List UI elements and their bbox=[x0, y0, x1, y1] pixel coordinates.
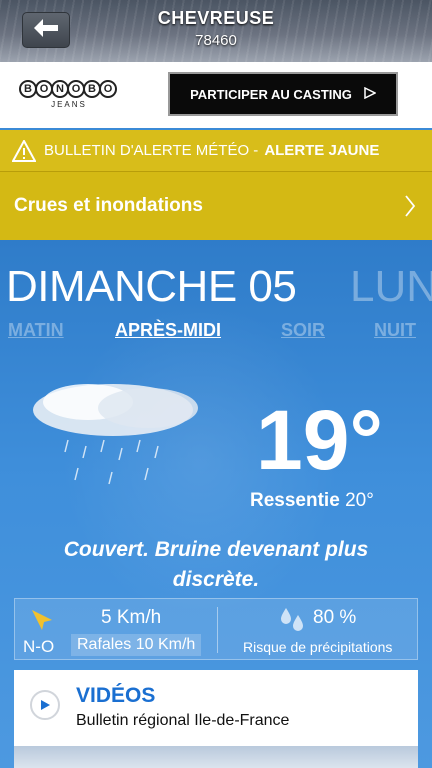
feels-like: Ressentie 20° bbox=[250, 490, 374, 512]
chevron-right-icon bbox=[404, 194, 416, 224]
wind-direction: N-O bbox=[23, 637, 55, 656]
play-triangle-icon bbox=[364, 86, 377, 102]
brand-subtitle: JEANS bbox=[51, 100, 87, 109]
alert-detail-row[interactable]: Crues et inondations bbox=[0, 172, 432, 240]
feels-like-value: 20° bbox=[345, 490, 374, 511]
day-title[interactable]: DIMANCHE 05 bbox=[6, 262, 297, 312]
video-thumbnail[interactable] bbox=[14, 746, 418, 768]
temperature: 19° bbox=[256, 393, 384, 487]
precipitation-probability: 80 % bbox=[313, 607, 357, 628]
tab-matin[interactable]: MATIN bbox=[8, 320, 64, 341]
city-name: CHEVREUSE bbox=[157, 8, 275, 28]
alert-detail-text: Crues et inondations bbox=[14, 195, 203, 216]
raindrops-icon bbox=[277, 605, 307, 640]
weather-description: Couvert. Bruine devenant plus discrète. bbox=[63, 538, 369, 591]
videos-title: VIDÉOS bbox=[76, 684, 156, 707]
tab-soir[interactable]: SOIR bbox=[281, 320, 325, 341]
wind-speed: 5 Km/h bbox=[101, 607, 162, 628]
videos-card[interactable]: VIDÉOS Bulletin régional Ile-de-France bbox=[14, 670, 418, 768]
period-tabs: MATIN APRÈS-MIDI SOIR NUIT bbox=[0, 320, 432, 344]
warning-icon bbox=[12, 139, 36, 162]
drizzle-cloud-icon bbox=[28, 380, 208, 500]
postal-code: 78460 bbox=[195, 32, 237, 49]
wind-direction-icon bbox=[29, 607, 55, 638]
tab-apres-midi[interactable]: APRÈS-MIDI bbox=[115, 320, 221, 341]
alert-level: ALERTE JAUNE bbox=[264, 142, 380, 159]
feels-like-label: Ressentie bbox=[250, 490, 340, 511]
brand-letter: O bbox=[99, 80, 117, 98]
stats-divider bbox=[217, 607, 218, 653]
ad-banner[interactable]: B O N O B O JEANS PARTICIPER AU CASTING bbox=[0, 62, 432, 128]
videos-subtitle: Bulletin régional Ile-de-France bbox=[76, 712, 290, 729]
wind-gusts: Rafales 10 Km/h bbox=[71, 634, 202, 656]
tab-nuit[interactable]: NUIT bbox=[374, 320, 416, 341]
play-button-icon[interactable] bbox=[30, 690, 60, 720]
casting-button[interactable]: PARTICIPER AU CASTING bbox=[168, 72, 398, 116]
next-day-title[interactable]: LUN bbox=[350, 262, 432, 312]
weather-alert-bar[interactable]: BULLETIN D'ALERTE MÉTÉO - ALERTE JAUNE bbox=[0, 130, 432, 172]
casting-button-label: PARTICIPER AU CASTING bbox=[190, 86, 352, 102]
brand-logo: B O N O B O JEANS bbox=[10, 80, 128, 114]
header-bar: CHEVREUSE 78460 bbox=[0, 0, 432, 62]
weather-stats-box: N-O 5 Km/h Rafales 10 Km/h 80 % Risque d… bbox=[14, 598, 418, 660]
precipitation-label: Risque de précipitations bbox=[243, 639, 393, 655]
alert-bulletin-label: BULLETIN D'ALERTE MÉTÉO - bbox=[44, 142, 259, 159]
weather-panel: DIMANCHE 05 LUN MATIN APRÈS-MIDI SOIR NU… bbox=[0, 240, 432, 768]
